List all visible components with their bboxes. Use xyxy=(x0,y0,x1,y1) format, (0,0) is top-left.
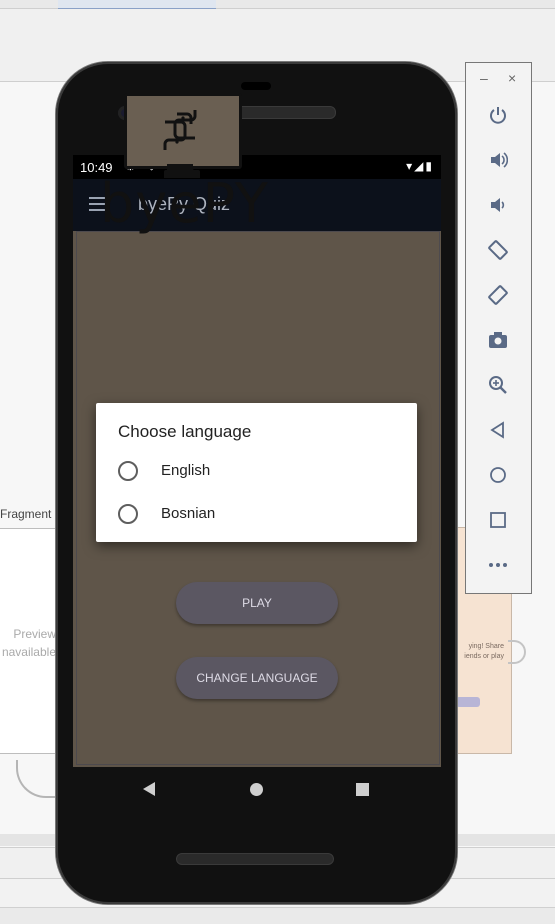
peek-text-line-1: ying! Share xyxy=(468,643,504,650)
language-dialog: Choose language English Bosnian xyxy=(96,403,417,542)
peek-text-line-2: iends or play xyxy=(464,653,504,660)
emulator-toolbar: – × xyxy=(465,62,532,594)
more-icon[interactable] xyxy=(484,551,512,579)
nav-recents-icon[interactable] xyxy=(356,783,369,796)
nav-home-icon[interactable] xyxy=(250,783,263,796)
preview-text-line-1: Preview xyxy=(13,627,56,641)
python-logo-icon xyxy=(163,110,197,150)
logo-text: byePY xyxy=(100,172,269,235)
change-language-button[interactable]: CHANGE LANGUAGE xyxy=(176,657,338,699)
radio-label-english[interactable]: English xyxy=(161,462,210,479)
dialog-title: Choose language xyxy=(118,422,252,441)
radio-button-unchecked-icon[interactable] xyxy=(118,504,138,524)
peek-text: ying! Share iends or play xyxy=(456,642,504,662)
back-icon[interactable] xyxy=(484,416,512,444)
phone-top-slot xyxy=(241,82,271,90)
close-button[interactable]: × xyxy=(508,70,516,86)
nav-back-icon[interactable] xyxy=(143,782,155,796)
radio-button-unchecked-icon[interactable] xyxy=(118,461,138,481)
zoom-icon[interactable] xyxy=(484,371,512,399)
volume-up-icon[interactable] xyxy=(484,146,512,174)
bottom-speaker xyxy=(176,853,334,865)
preview-text-line-2: navailable xyxy=(1,645,56,659)
fragment-label: Fragment xyxy=(0,507,52,521)
radio-label-bosnian[interactable]: Bosnian xyxy=(161,505,215,522)
play-button[interactable]: PLAY xyxy=(176,582,338,624)
status-system-icons: ▾◢▮ xyxy=(406,159,434,173)
overview-icon[interactable] xyxy=(484,506,512,534)
ide-status-strip xyxy=(0,907,555,924)
minimize-button[interactable]: – xyxy=(480,70,488,86)
rotate-left-icon[interactable] xyxy=(484,236,512,264)
volume-down-icon[interactable] xyxy=(484,191,512,219)
home-icon[interactable] xyxy=(484,461,512,489)
power-icon[interactable] xyxy=(484,101,512,129)
rotate-right-icon[interactable] xyxy=(484,281,512,309)
peek-button xyxy=(456,697,480,707)
preview-unavailable-text: Preview navailable xyxy=(0,625,56,661)
camera-icon[interactable] xyxy=(484,326,512,354)
